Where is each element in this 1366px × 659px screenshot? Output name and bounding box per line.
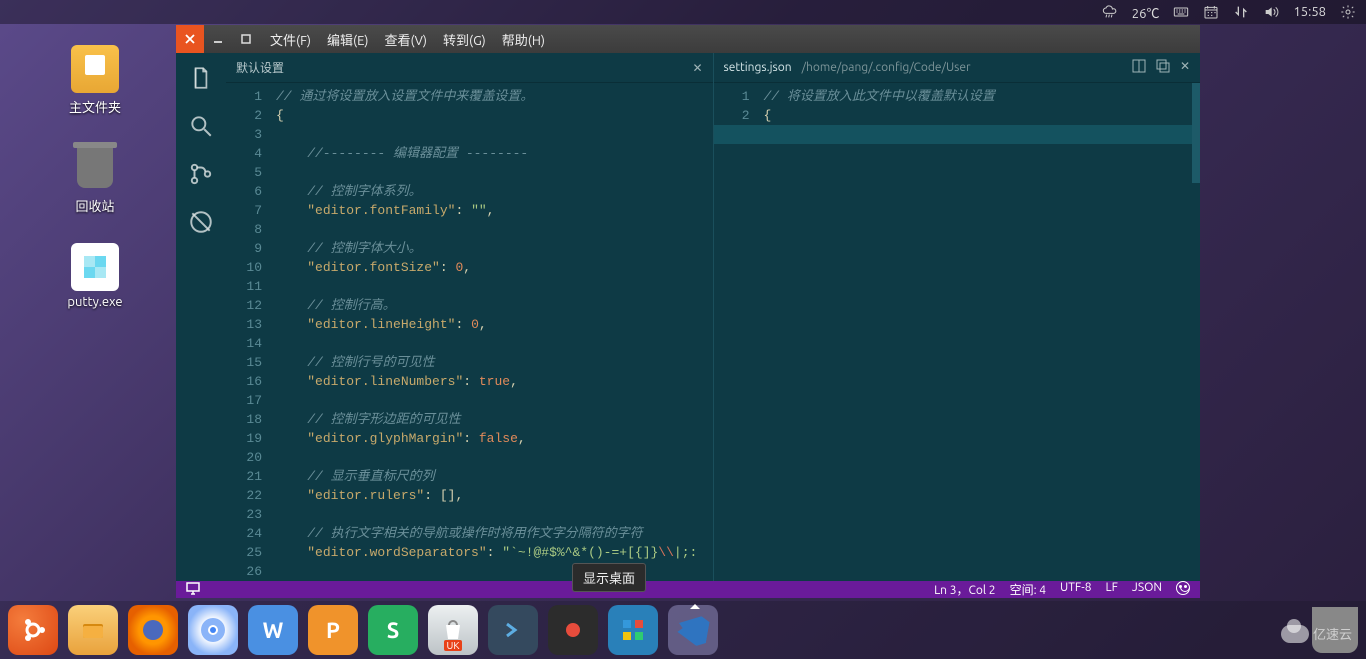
gutter: 1234567891011121314151617181920212223242… (226, 83, 276, 581)
status-eol[interactable]: LF (1106, 581, 1118, 598)
editor-pane-user-settings: settings.json /home/pang/.config/Code/Us… (713, 53, 1201, 581)
cloud-icon (1281, 625, 1309, 643)
cursor-highlight (714, 125, 1193, 144)
git-icon[interactable] (188, 161, 214, 187)
keyboard-icon[interactable] (1173, 4, 1189, 20)
pane-header: settings.json /home/pang/.config/Code/Us… (714, 53, 1201, 83)
code-area-left[interactable]: 1234567891011121314151617181920212223242… (226, 83, 713, 581)
clock-label: 15:58 (1293, 5, 1326, 19)
desktop-icons: 主文件夹 回收站 putty.exe (55, 45, 135, 309)
menu-view[interactable]: 查看(V) (385, 30, 427, 49)
dock-app-show-desktop[interactable] (608, 605, 658, 655)
close-icon[interactable]: ✕ (692, 61, 702, 75)
system-topbar: 26℃ 15:58 (0, 0, 1366, 24)
gutter: 123 (714, 83, 764, 581)
menu-help[interactable]: 帮助(H) (502, 30, 545, 49)
pane-title: 默认设置 (236, 59, 284, 76)
dock-app-wps-writer[interactable]: W (248, 605, 298, 655)
tooltip-show-desktop: 显示桌面 (572, 563, 646, 592)
status-lncol[interactable]: Ln 3，Col 2 (934, 581, 996, 598)
window-maximize-button[interactable] (232, 25, 260, 53)
window-minimize-button[interactable] (204, 25, 232, 53)
statusbar: Ln 3，Col 2 空间: 4 UTF-8 LF JSON (176, 581, 1200, 598)
desktop-putty[interactable]: putty.exe (55, 243, 135, 309)
folder-icon (71, 45, 119, 93)
dock-app-vscode[interactable] (668, 605, 718, 655)
feedback-icon[interactable] (1176, 581, 1190, 595)
debug-icon[interactable] (188, 209, 214, 235)
search-icon[interactable] (188, 113, 214, 139)
menu-edit[interactable]: 编辑(E) (327, 30, 368, 49)
status-lang[interactable]: JSON (1132, 581, 1162, 598)
dock-app-ubuntu[interactable] (8, 605, 58, 655)
dock-app-chromium[interactable] (188, 605, 238, 655)
desktop-trash[interactable]: 回收站 (55, 144, 135, 215)
menu-file[interactable]: 文件(F) (270, 30, 311, 49)
activity-bar (176, 53, 226, 581)
explorer-icon[interactable] (188, 65, 214, 91)
split-editor-icon[interactable] (1132, 59, 1146, 76)
dock-app-screen-recorder[interactable] (548, 605, 598, 655)
scrollbar[interactable] (1192, 83, 1200, 183)
trash-icon (77, 148, 113, 188)
status-remote-icon[interactable] (186, 581, 200, 598)
dock-app-wps-spreadsheet[interactable]: S (368, 605, 418, 655)
menu-goto[interactable]: 转到(G) (443, 30, 486, 49)
network-icon[interactable] (1233, 4, 1249, 20)
window-close-button[interactable] (176, 25, 204, 53)
more-actions-icon[interactable] (1156, 59, 1170, 76)
filename-label: settings.json (724, 61, 792, 74)
vscode-icon (676, 613, 711, 648)
code-lines[interactable]: // 将设置放入此文件中以覆盖默认设置{} (764, 83, 1201, 581)
desktop-icon-label: putty.exe (67, 295, 122, 309)
dock-app-software-center[interactable] (428, 605, 478, 655)
desktop-home-folder[interactable]: 主文件夹 (55, 45, 135, 116)
dock: W P S (0, 601, 1366, 659)
filepath-label: /home/pang/.config/Code/User (802, 61, 971, 74)
status-encoding[interactable]: UTF-8 (1060, 581, 1091, 598)
pane-header: 默认设置 ✕ (226, 53, 713, 83)
editor-pane-default-settings: 默认设置 ✕ 123456789101112131415161718192021… (226, 53, 713, 581)
dock-app-files[interactable] (68, 605, 118, 655)
menubar: 文件(F) 编辑(E) 查看(V) 转到(G) 帮助(H) (260, 30, 545, 49)
watermark: 亿速云 (1281, 624, 1352, 643)
putty-icon (71, 243, 119, 291)
dock-app-terminal[interactable] (488, 605, 538, 655)
temperature-label: 26℃ (1132, 3, 1160, 22)
window-titlebar[interactable]: 文件(F) 编辑(E) 查看(V) 转到(G) 帮助(H) (176, 25, 1200, 53)
volume-icon[interactable] (1263, 4, 1279, 20)
dock-app-wps-presentation[interactable]: P (308, 605, 358, 655)
vscode-window: 文件(F) 编辑(E) 查看(V) 转到(G) 帮助(H) 默认设置 ✕ (176, 25, 1200, 595)
calendar-icon[interactable] (1203, 4, 1219, 20)
status-spaces[interactable]: 空间: 4 (1010, 581, 1046, 598)
code-lines[interactable]: // 通过将设置放入设置文件中来覆盖设置。{ //-------- 编辑器配置 … (276, 83, 713, 581)
close-icon[interactable]: ✕ (1180, 59, 1190, 76)
gear-icon[interactable] (1340, 4, 1356, 20)
code-area-right[interactable]: 123 // 将设置放入此文件中以覆盖默认设置{} (714, 83, 1201, 581)
editor-split: 默认设置 ✕ 123456789101112131415161718192021… (226, 53, 1200, 581)
weather-icon (1102, 4, 1118, 20)
dock-app-firefox[interactable] (128, 605, 178, 655)
desktop-icon-label: 回收站 (75, 196, 114, 215)
desktop-icon-label: 主文件夹 (69, 97, 121, 116)
